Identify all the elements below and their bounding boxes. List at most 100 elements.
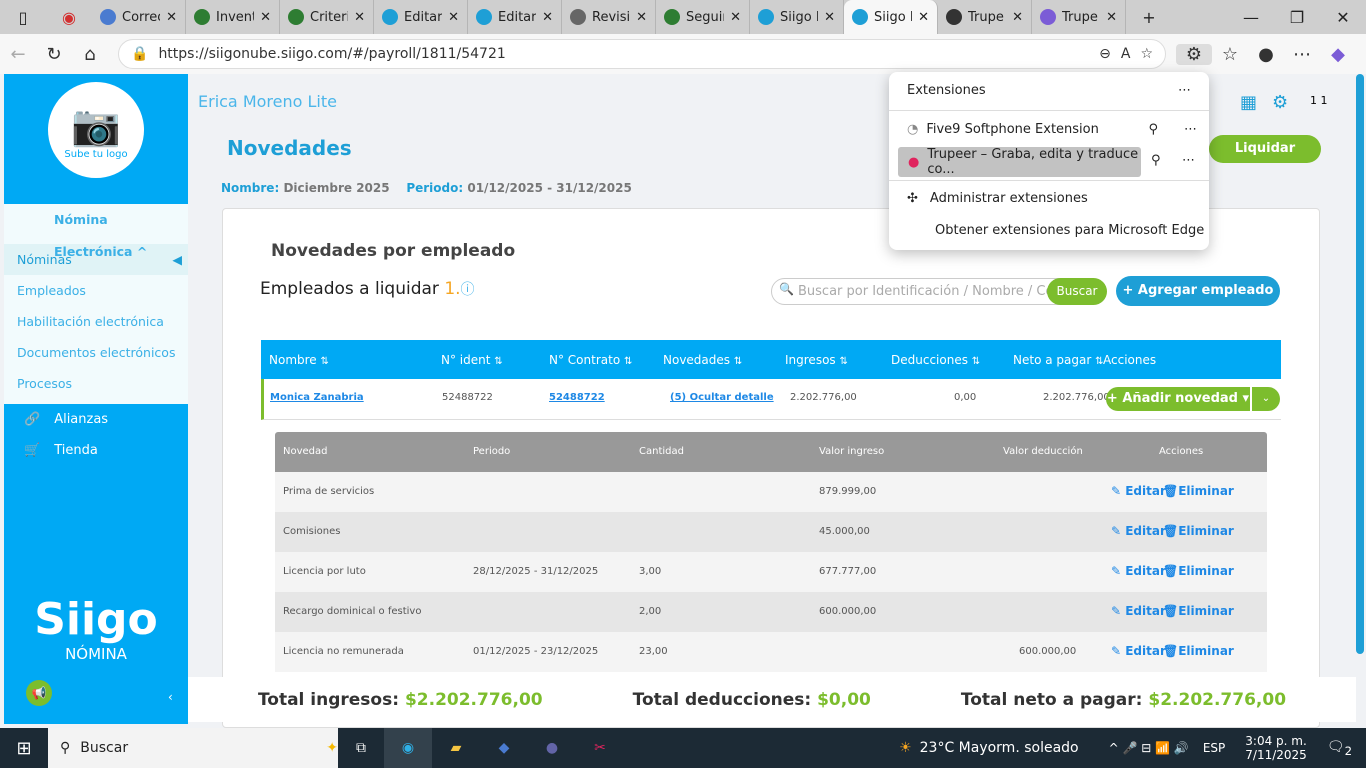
manage-extensions[interactable]: ✣ Administrar extensiones <box>889 183 1209 213</box>
extension-item-five9[interactable]: ◔ Five9 Softphone Extension ⚲ ⋯ <box>889 114 1209 144</box>
anadir-novedad-button[interactable]: + Añadir novedad ▾ <box>1106 387 1250 411</box>
column-header[interactable]: Ingresos ⇅ <box>785 353 848 367</box>
buscar-button[interactable]: Buscar <box>1047 278 1107 305</box>
browser-tab[interactable]: Trupe ✕ <box>1032 0 1126 34</box>
windows-start-icon[interactable]: ⊞ <box>0 738 48 759</box>
tray-icons[interactable]: ^ 🎤 ⊟ 📶 🔊 <box>1109 741 1189 755</box>
copilot-icon[interactable]: ◆ <box>1320 44 1356 65</box>
calendar-icon[interactable]: ▦ <box>1240 92 1257 113</box>
refresh-icon[interactable]: ↻ <box>36 44 72 65</box>
extension-item-trupeer[interactable]: ● Trupeer – Graba, edita y traduce co... <box>898 147 1141 177</box>
toggle-detail-link[interactable]: (5) Ocultar detalle <box>670 392 774 403</box>
browser-tab[interactable]: Trupe ✕ <box>938 0 1032 34</box>
column-header[interactable]: Deducciones ⇅ <box>891 353 980 367</box>
new-tab-button[interactable]: + <box>1126 8 1172 27</box>
browser-tab[interactable]: Revisió✕ <box>562 0 656 34</box>
snipping-icon[interactable]: ✂ <box>576 740 624 756</box>
edit-button[interactable]: ✎ Editar <box>1111 604 1166 618</box>
column-header[interactable]: Nombre ⇅ <box>269 353 329 367</box>
browser-tab[interactable]: Siigo N✕ <box>750 0 844 34</box>
column-header[interactable]: Acciones <box>1103 353 1156 367</box>
browser-tab[interactable]: Correo✕ <box>92 0 186 34</box>
upload-logo-button[interactable]: 📷 Sube tu logo <box>48 82 144 178</box>
agregar-empleado-button[interactable]: + Agregar empleado <box>1116 276 1280 306</box>
file-explorer-icon[interactable]: ▰ <box>432 740 480 756</box>
column-header[interactable]: N° Contrato ⇅ <box>549 353 632 367</box>
sidebar-item-empleados[interactable]: Empleados <box>4 275 188 306</box>
close-tab-icon[interactable]: ✕ <box>542 10 553 25</box>
edit-button[interactable]: ✎ Editar <box>1111 524 1166 538</box>
favorites-icon[interactable]: ☆ <box>1212 44 1248 65</box>
browser-tab[interactable]: Seguim✕ <box>656 0 750 34</box>
user-menu[interactable]: 1 1 <box>1310 94 1328 107</box>
browser-tab[interactable]: Siigo N✕ <box>844 0 938 34</box>
minimize-button[interactable]: — <box>1228 8 1274 27</box>
delete-button[interactable]: 🗑Eliminar <box>1163 524 1234 538</box>
delete-button[interactable]: 🗑Eliminar <box>1163 564 1234 578</box>
browser-tab[interactable]: Editar ✕ <box>374 0 468 34</box>
read-aloud-icon[interactable]: A <box>1121 46 1131 62</box>
restore-button[interactable]: ❐ <box>1274 8 1320 27</box>
task-view-icon[interactable]: ⧉ <box>338 740 384 756</box>
row-dropdown-button[interactable]: ⌄ <box>1252 387 1280 411</box>
sidebar-item-documentos[interactable]: Documentos electrónicos <box>4 337 188 368</box>
more-icon[interactable]: ⋯ <box>1178 83 1191 98</box>
close-tab-icon[interactable]: ✕ <box>824 10 835 25</box>
language[interactable]: ESP <box>1203 741 1225 755</box>
url-input[interactable]: 🔒 https://siigonube.siigo.com/#/payroll/1… <box>118 39 1166 69</box>
taskbar-search[interactable]: ⚲ Buscar ✦ <box>48 728 338 768</box>
browser-tab[interactable]: Inventa✕ <box>186 0 280 34</box>
close-tab-icon[interactable]: ✕ <box>730 10 741 25</box>
back-icon[interactable]: ← <box>0 44 36 65</box>
teams-icon[interactable]: ● <box>528 740 576 756</box>
zoom-icon[interactable]: ⊖ <box>1099 46 1111 62</box>
scrollbar[interactable] <box>1356 74 1364 654</box>
browser-tab[interactable]: Editar ✕ <box>468 0 562 34</box>
browser-tab[interactable]: Criteri ✕ <box>280 0 374 34</box>
delete-button[interactable]: 🗑Eliminar <box>1163 484 1234 498</box>
favorite-icon[interactable]: ☆ <box>1140 46 1153 62</box>
delete-button[interactable]: 🗑Eliminar <box>1163 604 1234 618</box>
get-extensions[interactable]: Obtener extensiones para Microsoft Edge <box>889 215 1209 245</box>
close-tab-icon[interactable]: ✕ <box>166 10 177 25</box>
clock[interactable]: 3:04 p. m. 7/11/2025 <box>1245 734 1307 762</box>
contract-link[interactable]: 52488722 <box>549 392 605 403</box>
delete-button[interactable]: 🗑Eliminar <box>1163 644 1234 658</box>
notifications-icon[interactable]: 🗨2 <box>1327 739 1352 758</box>
app-icon[interactable]: ◆ <box>480 740 528 756</box>
extensions-icon[interactable]: ⚙ <box>1176 43 1212 65</box>
sidebar-item-tienda[interactable]: 🛒 Tienda <box>4 435 188 466</box>
megaphone-icon[interactable]: 📢 <box>26 680 52 706</box>
gear-icon[interactable]: ⚙ <box>1272 92 1288 113</box>
sidebar-section-nomina[interactable]: Nómina Electrónica ^ <box>4 204 188 259</box>
pin-icon[interactable]: ⚲ <box>1148 122 1158 137</box>
sidebar-item-alianzas[interactable]: 🔗 Alianzas <box>4 404 188 435</box>
home-icon[interactable]: ⌂ <box>72 44 108 65</box>
close-window-button[interactable]: ✕ <box>1320 8 1366 27</box>
sidebar-item-procesos[interactable]: Procesos <box>4 368 188 399</box>
close-tab-icon[interactable]: ✕ <box>636 10 647 25</box>
close-tab-icon[interactable]: ✕ <box>448 10 459 25</box>
more-icon[interactable]: ⋯ <box>1284 44 1320 65</box>
edit-button[interactable]: ✎ Editar <box>1111 484 1166 498</box>
close-tab-icon[interactable]: ✕ <box>1012 10 1023 25</box>
avatar[interactable]: ● <box>1248 44 1284 65</box>
close-tab-icon[interactable]: ✕ <box>354 10 365 25</box>
pin-icon[interactable]: ⚲ <box>1151 153 1161 168</box>
edit-button[interactable]: ✎ Editar <box>1111 644 1166 658</box>
close-tab-icon[interactable]: ✕ <box>260 10 271 25</box>
more-icon[interactable]: ⋯ <box>1182 153 1195 168</box>
close-tab-icon[interactable]: ✕ <box>918 10 929 25</box>
collapse-icon[interactable]: ‹ <box>168 690 173 704</box>
liquidar-button[interactable]: Liquidar <box>1209 135 1321 163</box>
close-tab-icon[interactable]: ✕ <box>1106 10 1117 25</box>
edge-icon[interactable]: ◉ <box>384 728 432 768</box>
edit-button[interactable]: ✎ Editar <box>1111 564 1166 578</box>
column-header[interactable]: Neto a pagar ⇅ <box>1013 353 1103 367</box>
more-icon[interactable]: ⋯ <box>1184 122 1197 137</box>
weather[interactable]: 23°C Mayorm. soleado <box>920 740 1079 756</box>
sidebar-toggle-icon[interactable]: ▯ <box>0 8 46 27</box>
employee-name-link[interactable]: Monica Zanabria <box>270 392 364 403</box>
sidebar-item-habilitacion[interactable]: Habilitación electrónica <box>4 306 188 337</box>
record-icon[interactable]: ◉ <box>46 8 92 27</box>
